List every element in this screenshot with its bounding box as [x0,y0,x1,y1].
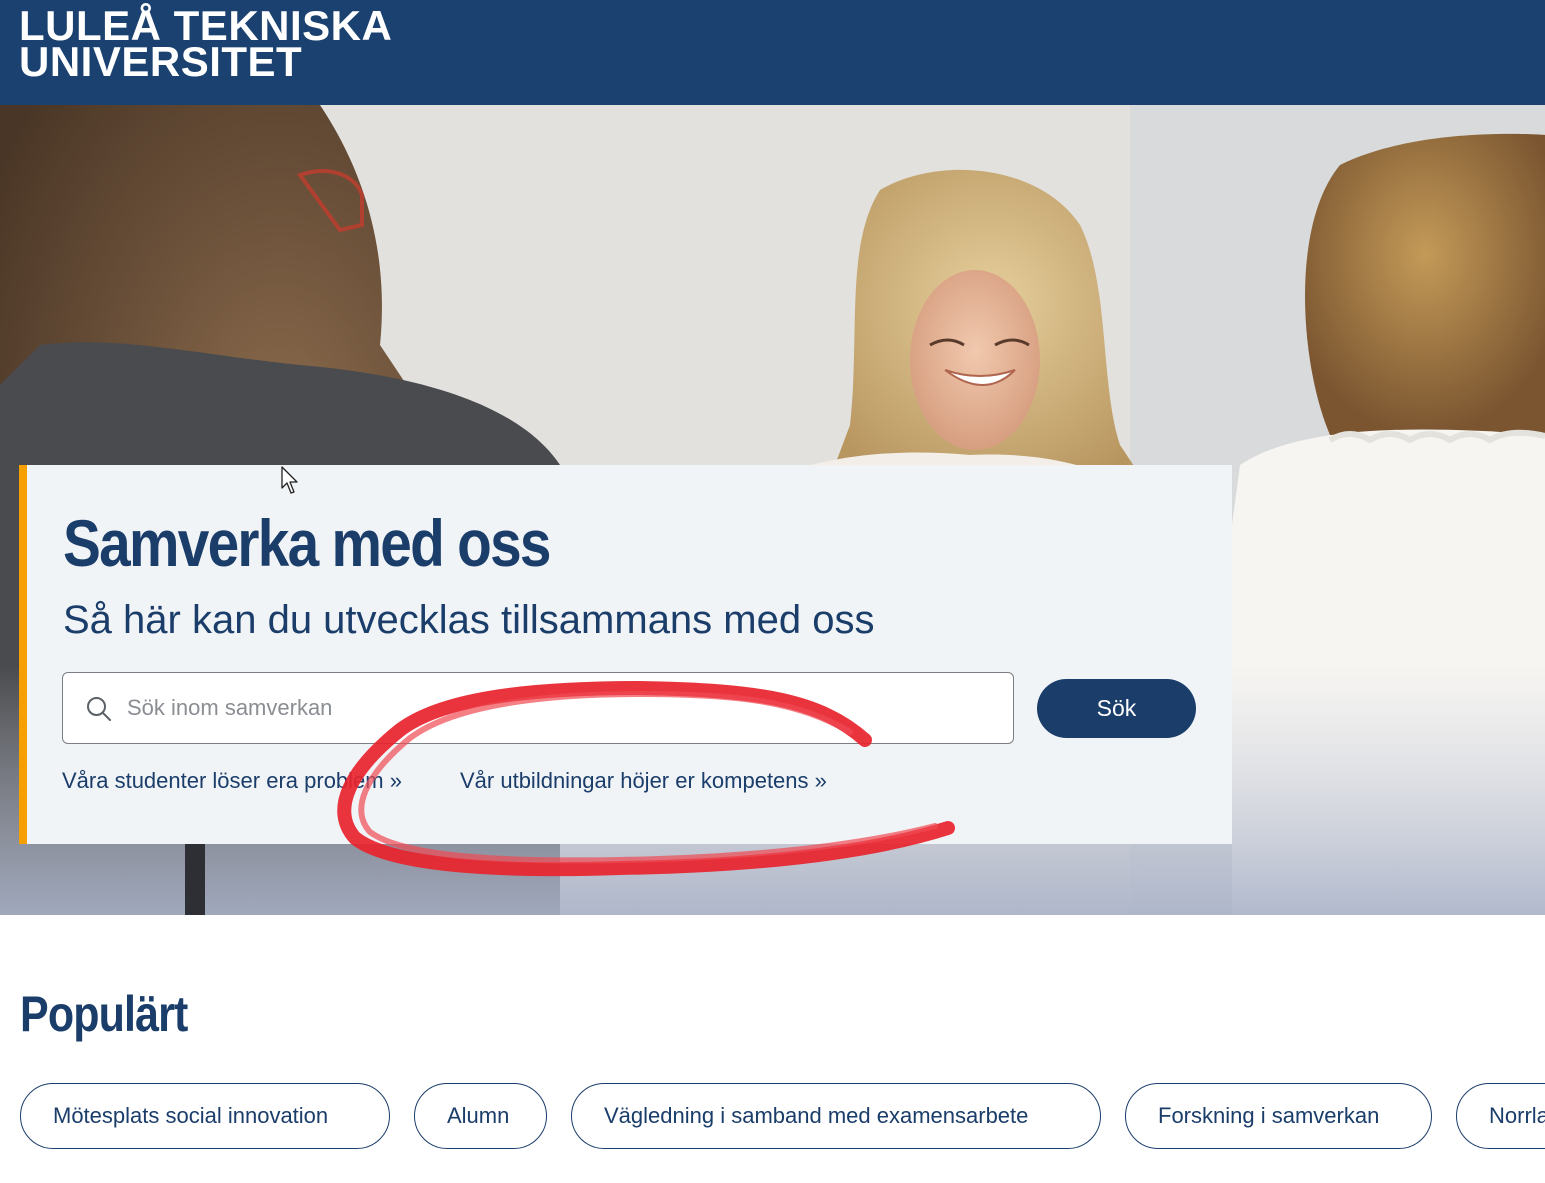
hero-subtitle: Så här kan du utvecklas tillsammans med … [63,598,875,642]
search-field[interactable] [62,672,1014,744]
logo-line-2: UNIVERSITET [19,38,303,85]
site-header: LULEÅ TEKNISKA UNIVERSITET [0,0,1545,105]
chip-forskning-i-samverkan[interactable]: Forskning i samverkan [1125,1083,1432,1149]
search-icon [87,697,111,721]
chip-motesplats-social-innovation[interactable]: Mötesplats social innovation [20,1083,390,1149]
chip-alumn[interactable]: Alumn [414,1083,547,1149]
hero-card: Samverka med oss Så här kan du utvecklas… [19,465,1232,844]
education-competence-link[interactable]: Vår utbildningar höjer er kompetens » [460,768,827,794]
hero-banner: Samverka med oss Så här kan du utvecklas… [0,105,1545,915]
chip-norrla[interactable]: Norrla [1456,1083,1545,1149]
search-input[interactable] [125,687,985,729]
chip-vagledning-examensarbete[interactable]: Vägledning i samband med examensarbete [571,1083,1101,1149]
mouse-cursor-icon [281,466,298,494]
popular-heading: Populärt [20,986,188,1042]
university-logo[interactable]: LULEÅ TEKNISKA UNIVERSITET [19,5,392,85]
students-solve-problems-link[interactable]: Våra studenter löser era problem » [62,768,402,794]
popular-chips: Mötesplats social innovation Alumn Vägle… [20,1083,1545,1149]
hero-title: Samverka med oss [63,506,552,580]
search-button[interactable]: Sök [1037,679,1196,738]
